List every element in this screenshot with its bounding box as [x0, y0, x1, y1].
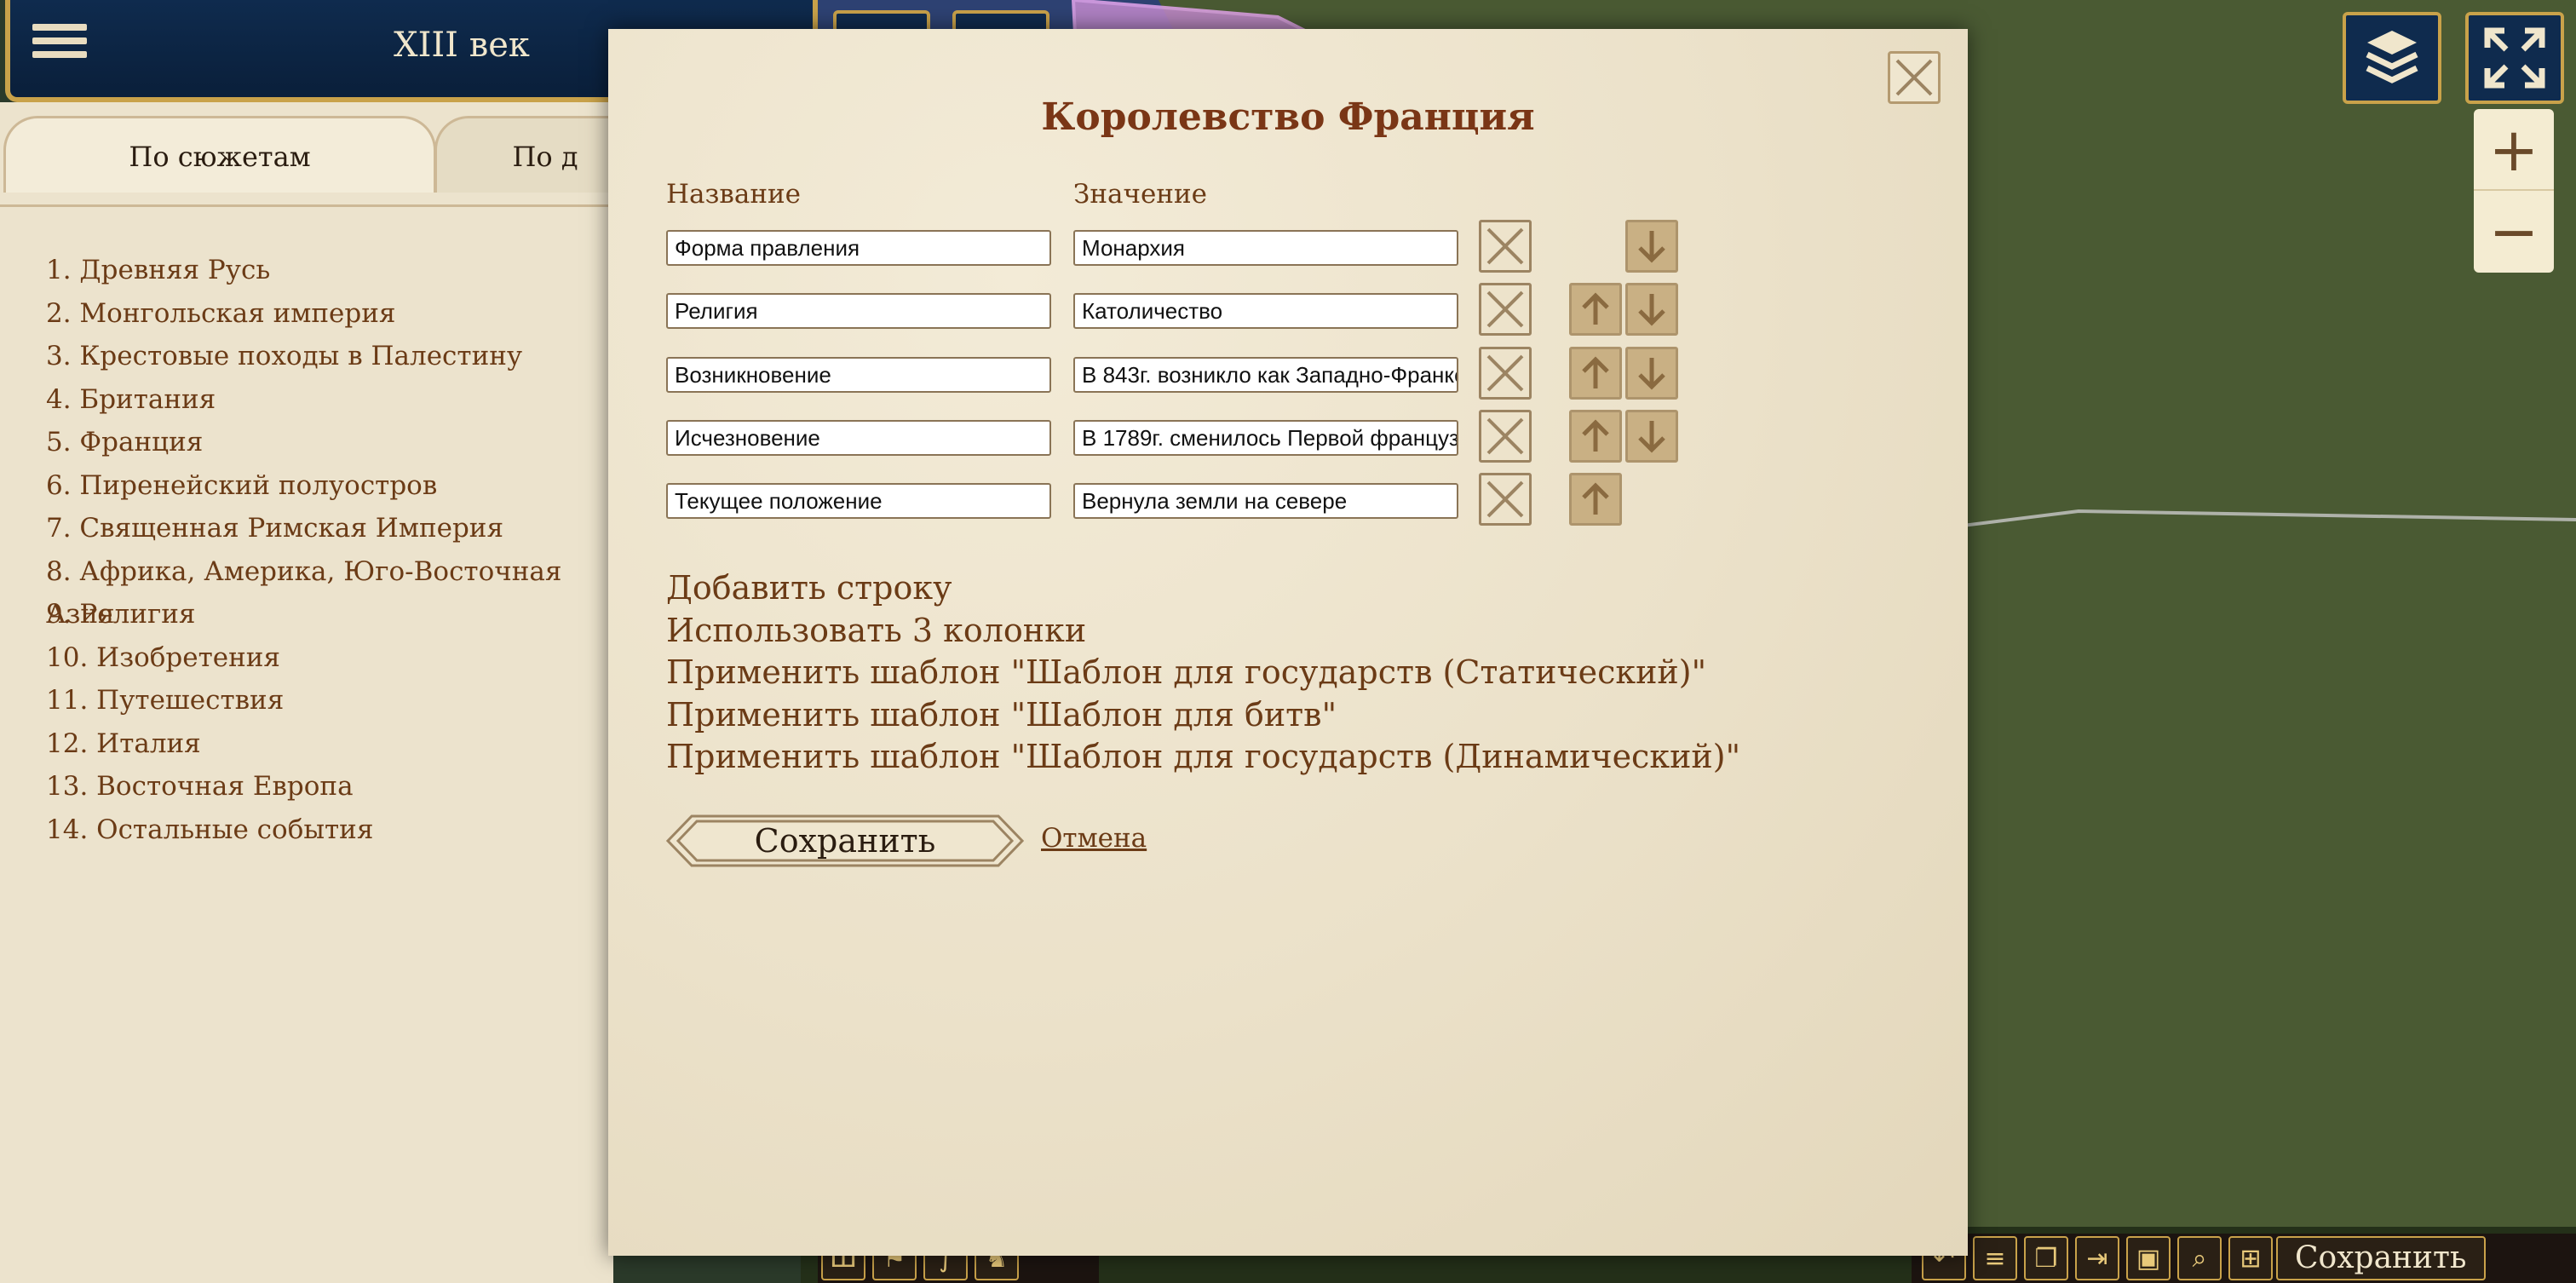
- plot-item[interactable]: 8. Африка, Америка, Юго-Восточная Азия: [46, 550, 613, 630]
- properties-dialog: Королевство Франция Название Значение Фо…: [608, 29, 1968, 1256]
- row-name-input[interactable]: Текущее положение: [666, 483, 1051, 519]
- close-icon: [1486, 227, 1524, 265]
- arrow-up-icon: [1582, 482, 1609, 515]
- zoom-in-button[interactable]: +: [2474, 109, 2554, 191]
- cancel-link[interactable]: Отмена: [1041, 823, 1147, 854]
- hamburger-icon[interactable]: [32, 17, 87, 77]
- close-icon: [1486, 417, 1524, 455]
- close-icon: [1486, 480, 1524, 518]
- row-value-input[interactable]: Католичество: [1073, 293, 1458, 329]
- import-icon[interactable]: ⇥: [2075, 1236, 2119, 1280]
- save-button[interactable]: Сохранить: [666, 814, 1024, 867]
- expand-icon: [2484, 27, 2545, 89]
- plot-item[interactable]: 10. Изобретения: [46, 636, 613, 680]
- delete-row-button[interactable]: [1479, 220, 1532, 273]
- move-down-button[interactable]: [1625, 347, 1678, 400]
- plot-item[interactable]: 6. Пиренейский полуостров: [46, 464, 613, 508]
- row-name-input[interactable]: Религия: [666, 293, 1051, 329]
- template-dynamic-link[interactable]: Применить шаблон "Шаблон для государств …: [666, 736, 1740, 779]
- row-value-input[interactable]: Монархия: [1073, 230, 1458, 266]
- plot-item[interactable]: 12. Италия: [46, 722, 613, 766]
- arrow-down-icon: [1638, 421, 1665, 453]
- sidebar-tabs: По д По сюжетам: [0, 116, 656, 207]
- close-icon: [1486, 354, 1524, 392]
- tab-by-plots[interactable]: По сюжетам: [3, 116, 436, 193]
- save-button-label: Сохранить: [754, 822, 936, 860]
- frame-icon[interactable]: ▣: [2126, 1236, 2171, 1280]
- sidebar: По д По сюжетам 1. Древняя Русь 2. Монго…: [0, 102, 656, 1283]
- template-battles-link[interactable]: Применить шаблон "Шаблон для битв": [666, 694, 1740, 737]
- move-down-button[interactable]: [1625, 283, 1678, 336]
- delete-row-button[interactable]: [1479, 473, 1532, 526]
- move-down-button[interactable]: [1625, 220, 1678, 273]
- plot-item[interactable]: 3. Крестовые походы в Палестину: [46, 335, 613, 378]
- zoom-control: + −: [2474, 109, 2554, 273]
- map-save-button[interactable]: Сохранить: [2276, 1236, 2486, 1280]
- grid-icon[interactable]: ⊞: [2228, 1236, 2273, 1280]
- row-name-input[interactable]: Исчезновение: [666, 420, 1051, 456]
- arrow-up-icon: [1582, 356, 1609, 388]
- move-up-button[interactable]: [1569, 283, 1622, 336]
- dialog-actions: Добавить строку Использовать 3 колонки П…: [666, 567, 1740, 779]
- close-icon: [1895, 59, 1933, 96]
- plot-item[interactable]: 11. Путешествия: [46, 679, 613, 722]
- plot-item[interactable]: 13. Восточная Европа: [46, 765, 613, 808]
- list-icon[interactable]: ≡: [1973, 1236, 2017, 1280]
- arrow-up-icon: [1582, 419, 1609, 452]
- three-columns-link[interactable]: Использовать 3 колонки: [666, 610, 1740, 653]
- row-value-input[interactable]: В 1789г. сменилось Первой французской ре…: [1073, 420, 1458, 456]
- add-row-link[interactable]: Добавить строку: [666, 567, 1740, 610]
- arrow-up-icon: [1582, 292, 1609, 325]
- arrow-down-icon: [1638, 231, 1665, 263]
- layers-icon: [2366, 31, 2418, 83]
- layers-button[interactable]: [2343, 12, 2441, 104]
- plot-item[interactable]: 5. Франция: [46, 421, 613, 464]
- move-up-button[interactable]: [1569, 473, 1622, 526]
- row-value-input[interactable]: Вернула земли на севере: [1073, 483, 1458, 519]
- plot-item[interactable]: 14. Остальные события: [46, 808, 613, 852]
- plot-item[interactable]: 9. Религия: [46, 593, 613, 636]
- row-value-input[interactable]: В 843г. возникло как Западно-Франкское к…: [1073, 357, 1458, 393]
- row-name-input[interactable]: Форма правления: [666, 230, 1051, 266]
- plot-item[interactable]: 2. Монгольская империя: [46, 292, 613, 336]
- arrow-down-icon: [1638, 358, 1665, 390]
- arrow-down-icon: [1638, 294, 1665, 326]
- plot-list: 1. Древняя Русь 2. Монгольская империя 3…: [46, 249, 613, 851]
- search-icon[interactable]: ⌕: [2177, 1236, 2222, 1280]
- row-name-input[interactable]: Возникновение: [666, 357, 1051, 393]
- dialog-title: Королевство Франция: [1041, 95, 1535, 139]
- century-title[interactable]: XIII век: [334, 26, 589, 65]
- move-up-button[interactable]: [1569, 410, 1622, 463]
- plot-item[interactable]: 1. Древняя Русь: [46, 249, 613, 292]
- close-icon: [1486, 291, 1524, 328]
- delete-row-button[interactable]: [1479, 283, 1532, 336]
- bottom-toolbar-right: ↶ ≡ ❐ ⇥ ▣ ⌕ ⊞ Сохранить: [1912, 1234, 2576, 1283]
- copy-icon[interactable]: ❐: [2024, 1236, 2068, 1280]
- plot-item[interactable]: 7. Священная Римская Империя: [46, 507, 613, 550]
- fullscreen-button[interactable]: [2465, 12, 2564, 104]
- column-header-name: Название: [666, 179, 802, 210]
- column-header-value: Значение: [1073, 179, 1207, 210]
- zoom-out-button[interactable]: −: [2474, 191, 2554, 273]
- template-static-link[interactable]: Применить шаблон "Шаблон для государств …: [666, 652, 1740, 694]
- delete-row-button[interactable]: [1479, 410, 1532, 463]
- move-down-button[interactable]: [1625, 410, 1678, 463]
- move-up-button[interactable]: [1569, 347, 1622, 400]
- delete-row-button[interactable]: [1479, 347, 1532, 400]
- plot-item[interactable]: 4. Британия: [46, 378, 613, 422]
